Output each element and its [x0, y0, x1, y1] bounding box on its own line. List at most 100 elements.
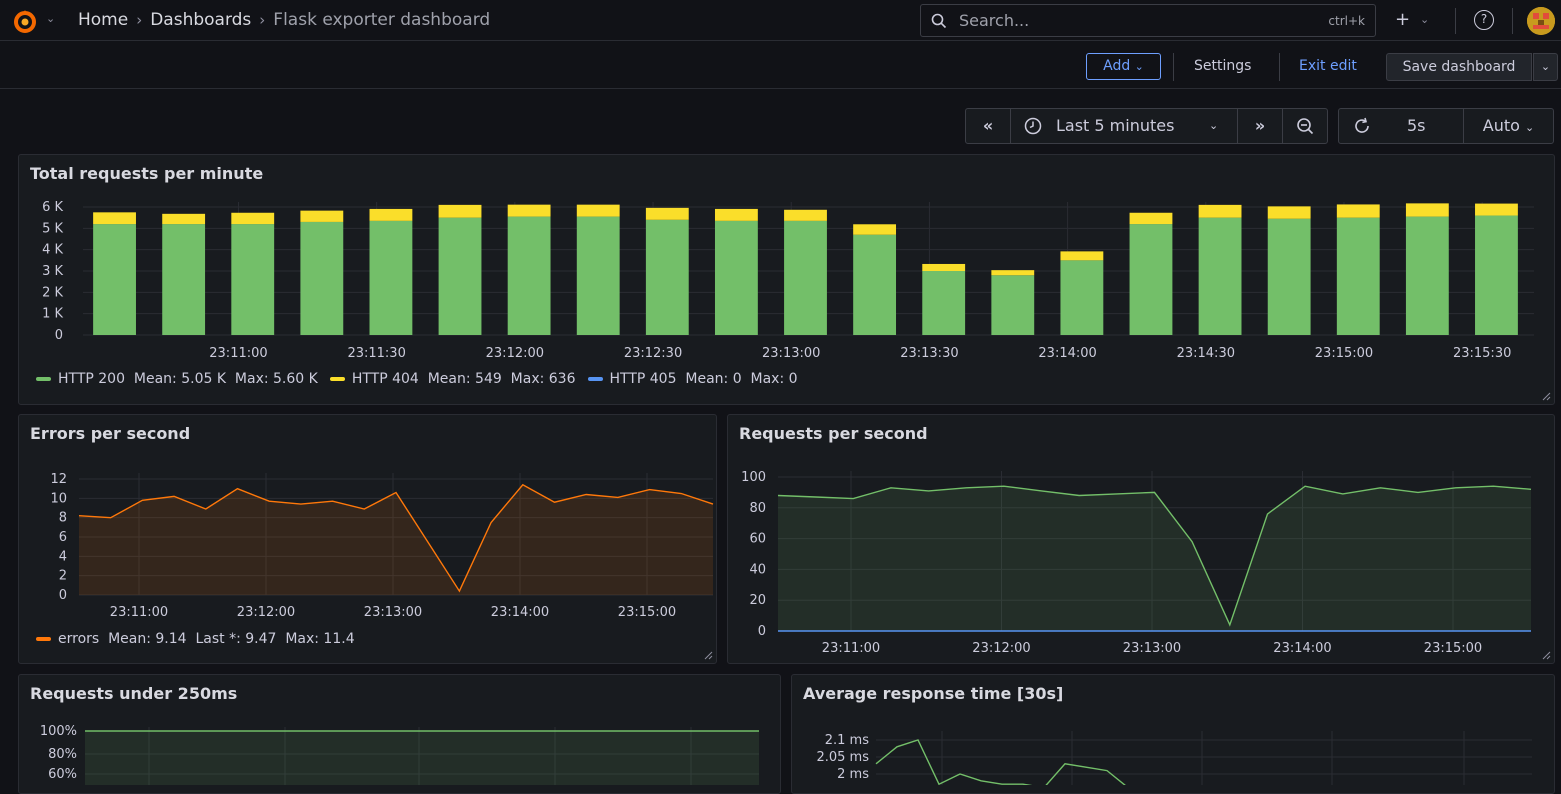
- bar-http-404: [93, 212, 136, 225]
- y-tick-label: 4 K: [42, 243, 63, 258]
- zoom-out-icon: [1297, 118, 1314, 135]
- legend-item[interactable]: HTTP 405 Mean: 0 Max: 0: [587, 371, 798, 387]
- time-range-forward-button[interactable]: »: [1238, 109, 1283, 143]
- breadcrumb: Home › Dashboards › Flask exporter dashboard: [78, 10, 490, 30]
- bar-http-200: [576, 216, 620, 335]
- chevron-right-icon: ›: [259, 11, 266, 29]
- y-tick-label: 0: [59, 588, 67, 603]
- clock-icon: [1024, 117, 1042, 135]
- panel-requests-under-250ms[interactable]: Requests under 250ms 100% 80% 60%: [18, 674, 781, 794]
- legend-swatch: [329, 377, 345, 381]
- resize-handle-icon[interactable]: [1541, 391, 1551, 401]
- resize-handle-icon[interactable]: [703, 650, 713, 660]
- search-input[interactable]: Search... ctrl+k: [920, 4, 1376, 37]
- legend-item[interactable]: errors Mean: 9.14 Last *: 9.47 Max: 11.4: [36, 631, 355, 647]
- breadcrumb-dashboards[interactable]: Dashboards: [150, 10, 251, 30]
- bar-http-200: [162, 224, 206, 335]
- requests-under-250ms-chart: 100% 80% 60%: [40, 724, 759, 785]
- resize-handle-icon[interactable]: [1541, 650, 1551, 660]
- y-tick-label: 0: [55, 328, 63, 343]
- divider: [1173, 53, 1174, 81]
- settings-button[interactable]: Settings: [1194, 58, 1251, 74]
- requests-per-second-chart: 0 20 40 60 80 100 23:11:00 23:12:00 23:13:00 23:1…: [741, 470, 1532, 656]
- panel-title: Requests under 250ms: [30, 684, 238, 703]
- bar-http-200: [1129, 224, 1173, 335]
- plus-icon[interactable]: +: [1395, 9, 1410, 30]
- refresh-interval-label: 5s: [1407, 116, 1426, 135]
- bar-http-404: [1198, 204, 1242, 218]
- bar-http-404: [1267, 206, 1311, 219]
- bar-http-200: [231, 224, 275, 335]
- add-button[interactable]: Add ⌄: [1086, 53, 1161, 80]
- bar-http-404: [784, 209, 827, 221]
- grafana-logo-icon[interactable]: [12, 8, 38, 34]
- add-button-label: Add: [1103, 58, 1131, 74]
- average-response-time-chart: 2.1 ms 2.05 ms 2 ms: [816, 731, 1532, 785]
- chevron-down-icon[interactable]: ⌄: [1533, 53, 1558, 81]
- exit-edit-button[interactable]: Exit edit: [1299, 58, 1357, 74]
- panel-average-response-time[interactable]: Average response time [30s] 2.1 ms 2.05 m…: [791, 674, 1555, 794]
- search-placeholder: Search...: [959, 11, 1030, 30]
- panel-title: Average response time [30s]: [803, 684, 1064, 703]
- search-icon: [931, 13, 947, 29]
- legend-item[interactable]: HTTP 404 Mean: 549 Max: 636: [329, 371, 576, 387]
- time-range-back-button[interactable]: «: [966, 109, 1011, 143]
- bar-http-200: [1475, 215, 1518, 335]
- divider: [1455, 8, 1456, 34]
- bar-http-200: [1060, 260, 1104, 335]
- x-tick-label: 23:12:30: [624, 346, 682, 361]
- y-tick-label: 4: [59, 549, 67, 564]
- panel-total-requests[interactable]: Total requests per minute 0 1 K 2 K 3 K 4 K 5…: [18, 154, 1555, 405]
- y-tick-label: 2.05 ms: [816, 750, 869, 765]
- refresh-button[interactable]: 5s: [1339, 109, 1464, 143]
- legend-swatch: [36, 637, 51, 641]
- y-tick-label: 3 K: [42, 264, 63, 279]
- x-tick-label: 23:15:00: [1424, 641, 1482, 656]
- panel-errors-per-second[interactable]: Errors per second 0 2 4 6 8 10 12 23:11:00 23:12…: [18, 414, 717, 664]
- y-tick-label: 80: [749, 501, 766, 516]
- x-tick-label: 23:11:00: [110, 605, 168, 620]
- auto-refresh-dropdown[interactable]: Auto ⌄: [1464, 109, 1553, 143]
- legend-label: HTTP 404 Mean: 549 Max: 636: [351, 371, 576, 387]
- panel-requests-per-second[interactable]: Requests per second 0 20 40 60 80 100 23:11:00…: [727, 414, 1555, 664]
- top-nav-bar: ⌄ Home › Dashboards › Flask exporter dashboa…: [0, 0, 1561, 41]
- x-tick-label: 23:15:00: [618, 605, 676, 620]
- breadcrumb-home[interactable]: Home: [78, 10, 128, 30]
- y-tick-label: 5 K: [42, 221, 63, 236]
- x-tick-label: 23:12:00: [972, 641, 1030, 656]
- bar-http-200: [507, 216, 551, 335]
- bar-http-404: [438, 204, 482, 218]
- avatar[interactable]: [1527, 7, 1555, 35]
- bar-http-404: [645, 207, 689, 220]
- chevron-down-icon[interactable]: ⌄: [46, 12, 55, 25]
- y-tick-label: 100: [741, 470, 766, 485]
- x-tick-label: 23:14:30: [1177, 346, 1235, 361]
- bar-http-404: [507, 204, 551, 217]
- bar-http-200: [369, 220, 413, 335]
- bar-http-200: [853, 234, 897, 335]
- y-tick-label: 20: [749, 593, 766, 608]
- help-icon[interactable]: ?: [1474, 10, 1494, 30]
- series-area: [79, 484, 713, 595]
- panel-title: Errors per second: [30, 424, 191, 443]
- y-tick-label: 60%: [48, 767, 77, 782]
- chevron-down-icon[interactable]: ⌄: [1420, 13, 1429, 26]
- time-range-picker: « Last 5 minutes ⌄ »: [965, 108, 1328, 144]
- y-tick-label: 60: [749, 532, 766, 547]
- panel-title: Total requests per minute: [30, 164, 264, 183]
- x-tick-label: 23:11:00: [209, 346, 267, 361]
- x-tick-label: 23:15:30: [1453, 346, 1511, 361]
- legend-item[interactable]: HTTP 200 Mean: 5.05 K Max: 5.60 K: [36, 371, 318, 387]
- bar-http-200: [1336, 217, 1380, 335]
- refresh-icon: [1355, 117, 1369, 133]
- save-dashboard-button[interactable]: Save dashboard: [1386, 53, 1532, 81]
- legend-swatch: [587, 377, 603, 381]
- y-tick-label: 2: [59, 569, 67, 584]
- dashboard-edit-toolbar: Add ⌄ Settings Exit edit Save dashboard …: [0, 41, 1561, 89]
- time-range-button[interactable]: Last 5 minutes ⌄: [1011, 109, 1238, 143]
- x-tick-label: 23:14:00: [491, 605, 549, 620]
- series-area: [778, 486, 1531, 631]
- x-tick-label: 23:12:00: [486, 346, 544, 361]
- zoom-out-button[interactable]: [1283, 109, 1327, 143]
- y-tick-label: 2 K: [42, 285, 63, 300]
